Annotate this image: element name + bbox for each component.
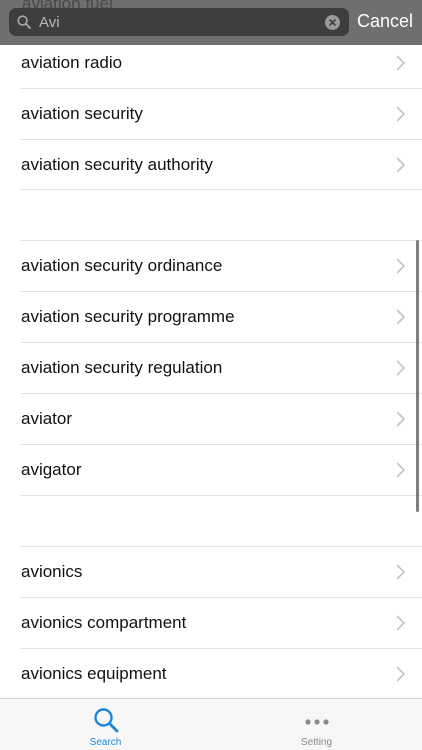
search-bar: aviation fuel Cancel xyxy=(0,0,422,45)
tab-label: Search xyxy=(89,737,122,748)
list-item-label: avigator xyxy=(21,460,82,479)
list-item[interactable]: aviator xyxy=(20,394,422,445)
search-field[interactable] xyxy=(9,8,349,36)
clear-search-icon[interactable] xyxy=(325,15,340,30)
list-item[interactable]: avigator xyxy=(20,445,422,496)
results-section: aviation radio aviation security aviatio… xyxy=(0,45,422,191)
tab-label: Setting xyxy=(300,737,333,748)
list-item[interactable]: avionics xyxy=(20,547,422,598)
results-section: avionics avionics compartment avionics e… xyxy=(0,547,422,698)
list-item[interactable]: avionics compartment xyxy=(20,598,422,649)
list-item-label: aviation security regulation xyxy=(21,358,223,377)
list-item[interactable]: aviation security ordinance xyxy=(20,241,422,292)
search-input[interactable] xyxy=(39,11,319,33)
chevron-right-icon xyxy=(396,55,406,71)
chevron-right-icon xyxy=(396,564,406,580)
list-item[interactable]: aviation security programme xyxy=(20,292,422,343)
list-item-label: avionics xyxy=(21,562,83,581)
chevron-right-icon xyxy=(396,666,406,682)
scrollbar[interactable] xyxy=(416,240,419,512)
tab-search[interactable]: Search xyxy=(0,699,211,750)
section-divider xyxy=(20,189,422,190)
list-item[interactable]: aviation radio xyxy=(20,45,422,89)
chevron-right-icon xyxy=(396,615,406,631)
search-icon xyxy=(92,706,120,739)
list-item[interactable]: avionics equipment xyxy=(20,649,422,698)
section-divider xyxy=(20,495,422,496)
list-item-label: aviator xyxy=(21,409,73,428)
chevron-right-icon xyxy=(396,309,406,325)
chevron-right-icon xyxy=(396,258,406,274)
tab-setting[interactable]: Setting xyxy=(211,699,422,750)
tab-bar: Search Setting xyxy=(0,698,422,750)
chevron-right-icon xyxy=(396,462,406,478)
more-dots-icon xyxy=(304,713,330,731)
chevron-right-icon xyxy=(396,411,406,427)
list-item-label: avionics compartment xyxy=(21,613,187,632)
list-item-label: aviation security ordinance xyxy=(21,256,223,275)
list-item-label: aviation security authority xyxy=(21,155,213,174)
search-icon xyxy=(17,15,31,29)
results-section: aviation security ordinance aviation sec… xyxy=(0,241,422,496)
chevron-right-icon xyxy=(396,106,406,122)
cancel-button[interactable]: Cancel xyxy=(357,11,413,32)
list-item-label: aviation radio xyxy=(21,53,123,72)
chevron-right-icon xyxy=(396,157,406,173)
list-item[interactable]: aviation security xyxy=(20,89,422,140)
list-item[interactable]: aviation security regulation xyxy=(20,343,422,394)
list-item-label: aviation security programme xyxy=(21,307,235,326)
list-item-label: avionics equipment xyxy=(21,664,167,683)
list-item-label: aviation security xyxy=(21,104,143,123)
list-item[interactable]: aviation security authority xyxy=(20,140,422,191)
results-list[interactable]: aviation radio aviation security aviatio… xyxy=(0,45,422,698)
chevron-right-icon xyxy=(396,360,406,376)
